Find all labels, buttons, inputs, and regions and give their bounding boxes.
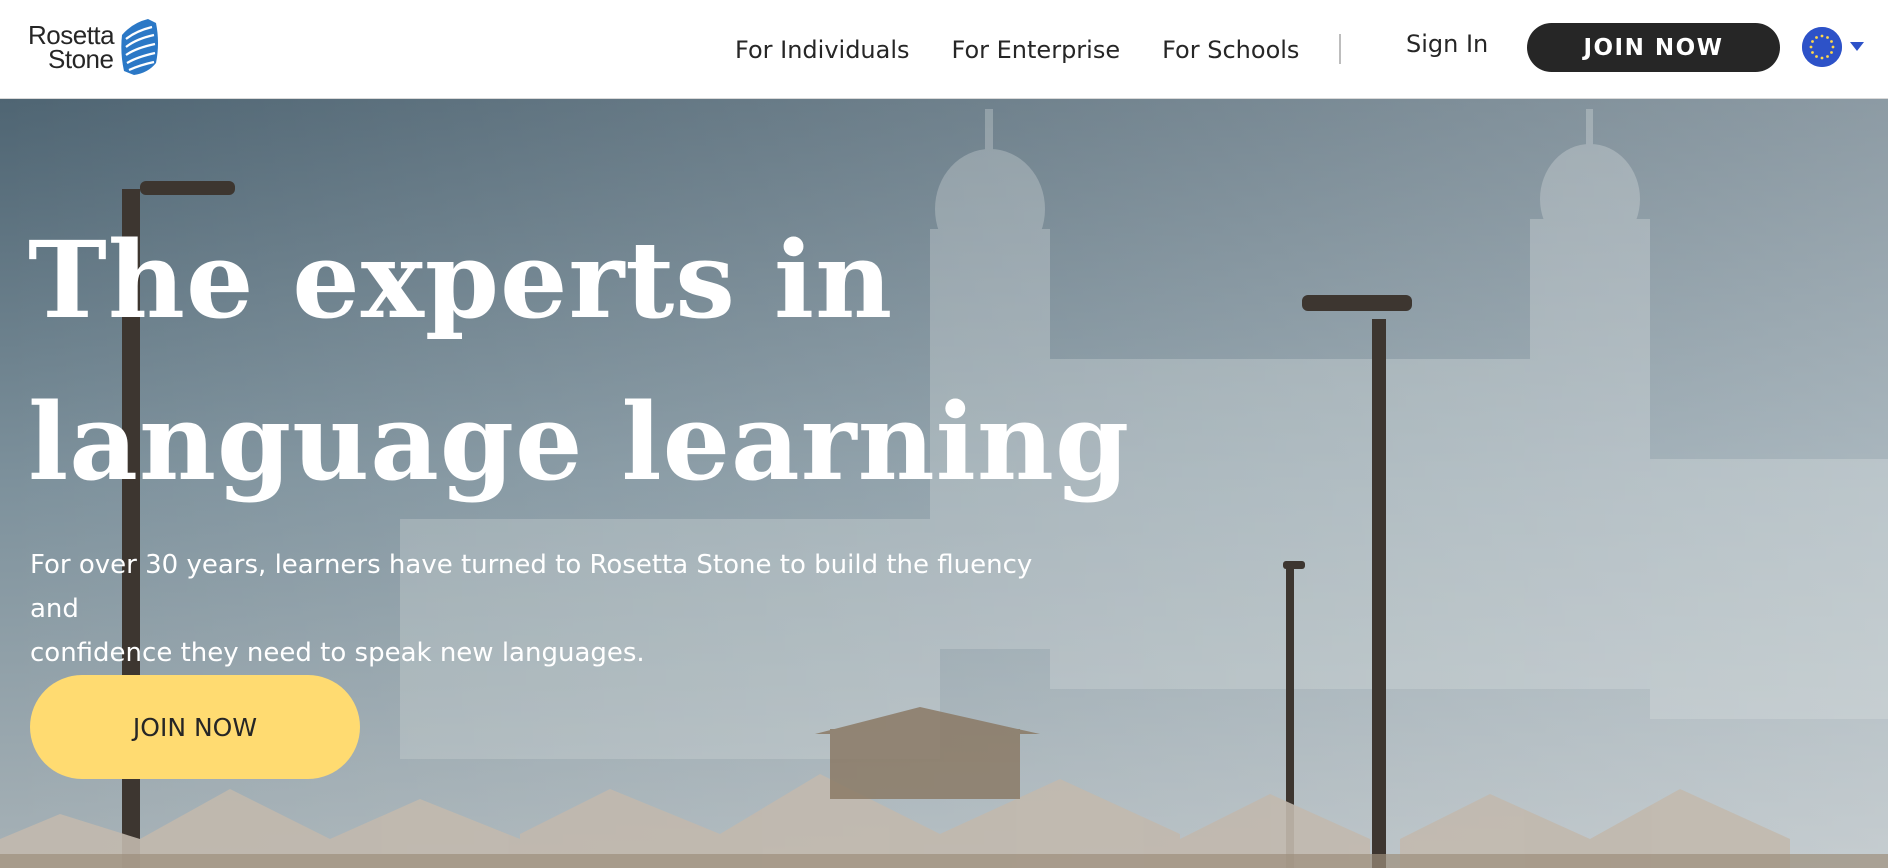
join-now-hero-button[interactable]: JOIN NOW [30,675,360,779]
main-nav: For Individuals For Enterprise For Schoo… [735,0,1341,99]
chevron-down-icon[interactable] [1850,42,1864,51]
nav-for-individuals[interactable]: For Individuals [735,36,910,64]
logo-line2: Stone [48,44,114,74]
rosetta-stone-logo-icon [121,19,159,75]
hero-title: The experts in language learning [28,199,1228,523]
sign-in-link[interactable]: Sign In [1406,30,1488,58]
nav-for-schools[interactable]: For Schools [1162,36,1299,64]
hero-subtitle-line2: confidence they need to speak new langua… [30,638,645,668]
eu-flag-icon[interactable] [1802,27,1842,67]
hero-title-line2: language learning [28,379,1131,504]
eu-flag-stars [1802,27,1842,67]
nav-divider [1339,34,1341,64]
hero-subtitle: For over 30 years, learners have turned … [30,543,1070,675]
logo-wordmark: Rosetta Stone [28,22,115,74]
join-now-header-button[interactable]: JOIN NOW [1527,23,1780,72]
hero-title-line1: The experts in [28,217,894,342]
rosetta-stone-logo[interactable]: Rosetta Stone [28,16,160,78]
nav-for-enterprise[interactable]: For Enterprise [952,36,1121,64]
hero-subtitle-line1: For over 30 years, learners have turned … [30,550,1033,624]
site-header: Rosetta Stone For Individuals For Enterp… [0,0,1888,99]
hero-section: The experts in language learning For ove… [0,99,1888,868]
